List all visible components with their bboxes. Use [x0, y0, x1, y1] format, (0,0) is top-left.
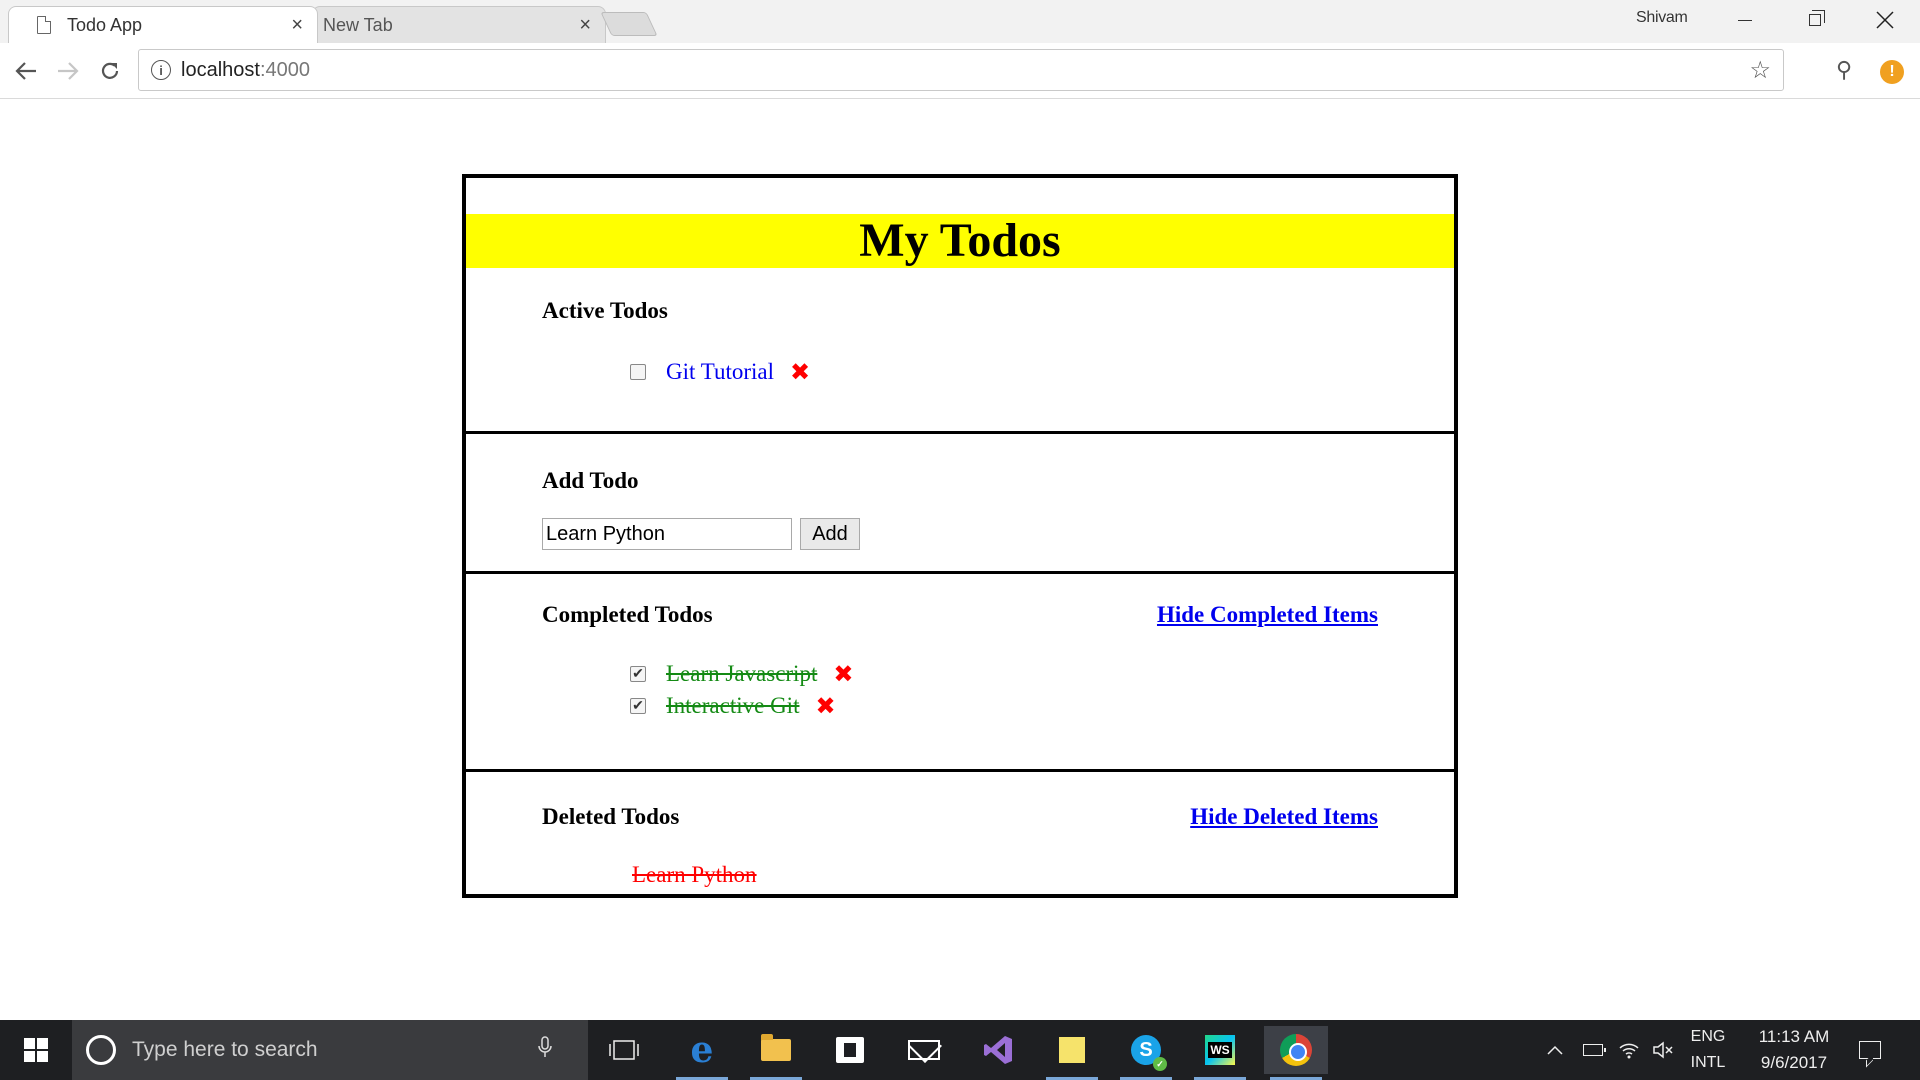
- update-alert-icon[interactable]: !: [1880, 60, 1904, 84]
- edge-icon[interactable]: e: [670, 1026, 734, 1080]
- browser-toolbar: i localhost:4000 ☆ ⚲ !: [0, 43, 1920, 99]
- restore-icon: [1809, 10, 1825, 26]
- new-tab-button[interactable]: [600, 12, 658, 36]
- bookmark-star-icon[interactable]: ☆: [1749, 56, 1771, 85]
- arrow-right-icon: [58, 62, 79, 80]
- hide-completed-link[interactable]: Hide Completed Items: [1157, 602, 1378, 628]
- active-todos-title: Active Todos: [542, 298, 668, 323]
- microphone-icon[interactable]: [538, 1036, 552, 1064]
- close-window-button[interactable]: [1850, 0, 1920, 40]
- todo-checkbox[interactable]: ✔: [630, 666, 646, 682]
- windows-logo-icon: [24, 1038, 48, 1062]
- info-icon[interactable]: i: [151, 60, 171, 80]
- battery-icon[interactable]: [1578, 1020, 1608, 1080]
- todo-checkbox[interactable]: [630, 364, 646, 380]
- webstorm-icon[interactable]: WS: [1188, 1026, 1252, 1080]
- todo-text: Interactive Git: [666, 693, 800, 718]
- chrome-icon[interactable]: [1264, 1026, 1328, 1080]
- deleted-todos-title: Deleted Todos: [542, 804, 680, 829]
- profile-name[interactable]: Shivam: [1636, 9, 1688, 27]
- completed-todos-section: Completed Todos Hide Completed Items ✔ L…: [466, 574, 1454, 772]
- tab-close-icon[interactable]: ×: [579, 15, 591, 35]
- page-icon: [37, 16, 51, 34]
- wifi-icon[interactable]: [1614, 1020, 1644, 1080]
- add-todo-input[interactable]: [542, 518, 792, 550]
- store-icon[interactable]: [818, 1026, 882, 1074]
- start-button[interactable]: [0, 1020, 72, 1080]
- cortana-icon: [86, 1035, 116, 1065]
- clock-time: 11:13 AM: [1758, 1027, 1830, 1046]
- close-icon: [1876, 11, 1894, 29]
- list-item: ✔ Learn Javascript ✖: [630, 660, 853, 688]
- list-item: Git Tutorial ✖: [630, 358, 810, 386]
- tab-label: New Tab: [323, 14, 393, 35]
- tab-close-icon[interactable]: ×: [291, 15, 303, 35]
- volume-muted-icon[interactable]: [1648, 1020, 1678, 1080]
- url-host: localhost: [181, 58, 260, 81]
- taskbar: Type here to search e S WS ENG INTL 11:1…: [0, 1020, 1920, 1080]
- address-bar[interactable]: i localhost:4000 ☆: [138, 49, 1784, 91]
- reload-icon: [101, 62, 119, 79]
- clock[interactable]: 11:13 AM 9/6/2017: [1742, 1020, 1846, 1080]
- arrow-left-icon: [15, 62, 36, 80]
- mail-icon[interactable]: [892, 1026, 956, 1074]
- extension-icon[interactable]: ⚲: [1830, 57, 1858, 85]
- todo-text[interactable]: Git Tutorial: [666, 359, 774, 385]
- tab-todo-app[interactable]: Todo App ×: [8, 6, 318, 43]
- todo-checkbox[interactable]: ✔: [630, 698, 646, 714]
- back-button[interactable]: [6, 51, 46, 91]
- completed-todos-title: Completed Todos: [542, 602, 713, 627]
- minimize-button[interactable]: [1710, 0, 1780, 40]
- task-view-icon[interactable]: [592, 1026, 656, 1074]
- minimize-icon: [1738, 19, 1752, 21]
- url-port: :4000: [259, 58, 310, 81]
- show-hidden-icons-icon[interactable]: [1542, 1020, 1568, 1080]
- browser-titlebar: Todo App × New Tab × Shivam: [0, 0, 1920, 43]
- language-indicator[interactable]: ENG INTL: [1684, 1020, 1732, 1080]
- delete-icon[interactable]: ✖: [815, 692, 835, 720]
- taskbar-search[interactable]: Type here to search: [72, 1020, 588, 1080]
- url-text[interactable]: localhost:4000: [181, 59, 310, 82]
- skype-icon[interactable]: S: [1114, 1026, 1178, 1080]
- restore-button[interactable]: [1780, 0, 1850, 40]
- language-bottom: INTL: [1690, 1054, 1726, 1071]
- search-placeholder: Type here to search: [132, 1038, 318, 1061]
- sticky-notes-icon[interactable]: [1040, 1026, 1104, 1080]
- delete-icon[interactable]: ✖: [790, 358, 810, 386]
- delete-icon[interactable]: ✖: [833, 660, 853, 688]
- forward-button[interactable]: [48, 51, 88, 91]
- todo-app: My Todos Active Todos Git Tutorial ✖ Add…: [462, 174, 1458, 898]
- todo-text: Learn Python: [632, 862, 757, 887]
- add-todo-section: Add Todo Add: [466, 434, 1454, 574]
- tab-label: Todo App: [67, 14, 143, 35]
- language-top: ENG: [1690, 1028, 1726, 1045]
- list-item: ✔ Interactive Git ✖: [630, 692, 836, 720]
- active-todos-section: Active Todos Git Tutorial ✖: [466, 178, 1454, 434]
- deleted-todos-section: Deleted Todos Hide Deleted Items Learn P…: [466, 772, 1454, 898]
- reload-button[interactable]: [90, 51, 130, 91]
- add-todo-title: Add Todo: [542, 468, 639, 493]
- visual-studio-icon[interactable]: [966, 1026, 1030, 1074]
- file-explorer-icon[interactable]: [744, 1026, 808, 1080]
- tab-new-tab[interactable]: New Tab ×: [312, 6, 606, 43]
- hide-deleted-link[interactable]: Hide Deleted Items: [1190, 804, 1378, 830]
- action-center-icon[interactable]: [1850, 1020, 1890, 1080]
- clock-date: 9/6/2017: [1760, 1053, 1828, 1072]
- todo-text: Learn Javascript: [666, 661, 818, 686]
- add-button[interactable]: Add: [800, 518, 860, 550]
- list-item: Learn Python: [632, 862, 757, 888]
